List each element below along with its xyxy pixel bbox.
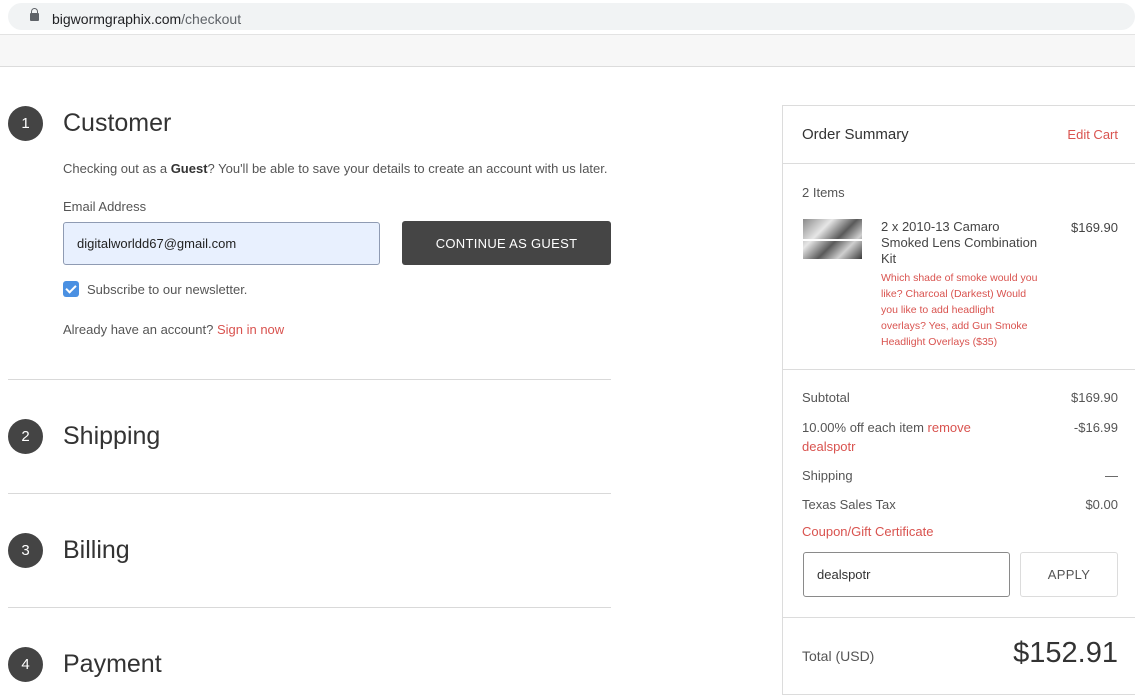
guest-intro: Checking out as a Guest? You'll be able …	[63, 161, 608, 176]
tax-value: $0.00	[1085, 497, 1118, 512]
product-price: $169.90	[1071, 220, 1118, 235]
sign-in-prompt: Already have an account? Sign in now	[63, 322, 284, 337]
items-count: 2 Items	[802, 185, 845, 200]
url-path: /checkout	[181, 11, 242, 27]
step-3-title[interactable]: Billing	[63, 536, 130, 565]
summary-divider	[783, 163, 1135, 164]
account-prompt: Already have an account?	[63, 322, 214, 337]
step-2-title[interactable]: Shipping	[63, 422, 160, 451]
product-name: 2 x 2010-13 Camaro Smoked Lens Combinati…	[881, 219, 1038, 266]
edit-cart-link[interactable]: Edit Cart	[1067, 127, 1118, 142]
product-options: Which shade of smoke would you like? Cha…	[881, 272, 1038, 348]
tax-label: Texas Sales Tax	[802, 497, 896, 512]
subtotal-label: Subtotal	[802, 390, 850, 405]
guest-intro-bold: Guest	[170, 161, 208, 176]
newsletter-checkbox[interactable]	[63, 281, 79, 297]
newsletter-label: Subscribe to our newsletter.	[87, 282, 248, 297]
coupon-field[interactable]	[803, 552, 1010, 597]
email-field[interactable]	[63, 222, 380, 265]
total-label: Total (USD)	[802, 648, 875, 664]
site-header-strip	[0, 34, 1135, 67]
remove-text: remove	[927, 420, 971, 435]
subtotal-value: $169.90	[1071, 390, 1118, 405]
shipping-value: —	[1105, 468, 1118, 483]
sign-in-link[interactable]: Sign in now	[217, 322, 284, 337]
step-divider	[8, 493, 611, 494]
apply-coupon-button[interactable]: APPLY	[1020, 552, 1118, 597]
discount-label: 10.00% off each item remove dealspotr	[802, 418, 992, 456]
url-text[interactable]: bigwormgraphix.com/checkout	[52, 11, 241, 27]
continue-as-guest-button[interactable]: CONTINUE AS GUEST	[402, 221, 611, 265]
discount-value: -$16.99	[1073, 420, 1118, 435]
summary-divider	[783, 617, 1135, 618]
discount-code: dealspotr	[802, 439, 856, 454]
step-4-number: 4	[8, 647, 43, 682]
email-label: Email Address	[63, 199, 147, 214]
step-divider	[8, 379, 611, 380]
discount-text: 10.00% off each item	[802, 420, 924, 435]
lock-icon	[30, 8, 39, 21]
step-divider	[8, 607, 611, 608]
step-1-number: 1	[8, 106, 43, 141]
browser-address-bar[interactable]: bigwormgraphix.com/checkout	[0, 0, 1135, 33]
product-thumbnail	[803, 219, 862, 259]
step-2-number: 2	[8, 419, 43, 454]
step-1-title: Customer	[63, 109, 172, 137]
order-summary-title: Order Summary	[802, 126, 909, 143]
guest-intro-suffix: ? You'll be able to save your details to…	[207, 161, 608, 176]
total-value: $152.91	[1013, 637, 1118, 669]
guest-intro-prefix: Checking out as a	[63, 161, 171, 176]
step-4-title[interactable]: Payment	[63, 650, 162, 679]
shipping-label: Shipping	[802, 468, 853, 483]
step-3-number: 3	[8, 533, 43, 568]
summary-divider	[783, 369, 1135, 370]
url-field[interactable]: bigwormgraphix.com/checkout	[8, 3, 1135, 30]
coupon-link[interactable]: Coupon/Gift Certificate	[802, 524, 934, 539]
url-host: bigwormgraphix.com	[52, 11, 182, 27]
